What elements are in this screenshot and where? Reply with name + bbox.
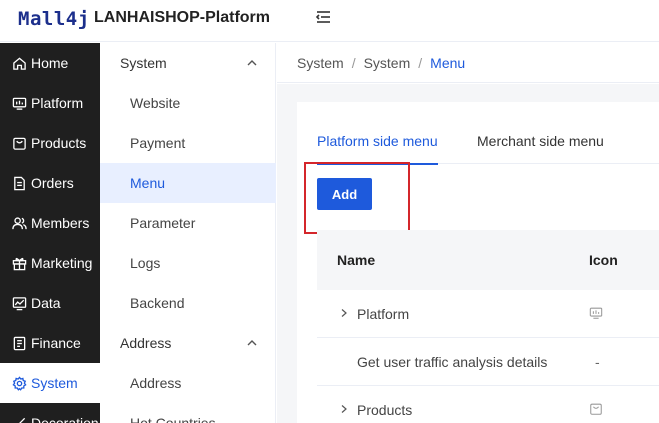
gift-icon — [12, 257, 27, 270]
users-icon — [12, 216, 27, 229]
sidebar-item-label: Data — [31, 295, 61, 311]
sidebar-item-products[interactable]: Products — [0, 123, 100, 163]
breadcrumb-current: Menu — [430, 54, 466, 71]
sidebar-item-label: Marketing — [31, 255, 93, 271]
breadcrumb-item[interactable]: System — [364, 55, 411, 71]
sidebar-item-label: Members — [31, 215, 90, 231]
row-name: Products — [357, 402, 413, 418]
main-content: Platform side menu Merchant side menu Ad… — [277, 84, 659, 423]
subnav-item-address[interactable]: Address — [100, 363, 276, 403]
breadcrumb-separator: / — [418, 54, 423, 71]
row-name: Get user traffic analysis details — [357, 354, 548, 370]
breadcrumb-separator: / — [351, 54, 356, 71]
app-title: LANHAISHOP-Platform — [94, 9, 271, 26]
subnav-item-parameter[interactable]: Parameter — [100, 203, 276, 243]
sidebar-item-label: Decoration — [31, 415, 99, 423]
sidebar-item-members[interactable]: Members — [0, 203, 100, 243]
subnav-item-hot-countries[interactable]: Hot Countries — [100, 403, 276, 423]
subnav-item-website[interactable]: Website — [100, 83, 276, 123]
document-icon — [14, 176, 25, 190]
add-button[interactable]: Add — [317, 178, 372, 210]
tab-merchant-side-menu[interactable]: Merchant side menu — [477, 130, 604, 164]
sidebar-item-label: System — [31, 375, 78, 391]
subnav-group-label: System — [120, 55, 167, 71]
subnav-item-payment[interactable]: Payment — [100, 123, 276, 163]
sidebar-item-home[interactable]: Home — [0, 43, 100, 83]
sidebar-item-data[interactable]: Data — [0, 283, 100, 323]
bag-icon — [13, 137, 26, 150]
primary-sidebar: Home Platform Products Orders Members Ma… — [0, 43, 100, 423]
menu-fold-icon[interactable] — [314, 8, 332, 26]
table-header: Name Icon — [317, 230, 659, 290]
home-icon — [13, 56, 26, 70]
brush-icon — [18, 417, 26, 423]
subnav-group-address[interactable]: Address — [100, 323, 276, 363]
sidebar-item-finance[interactable]: Finance — [0, 323, 100, 363]
chart-icon — [12, 296, 27, 310]
breadcrumb-item[interactable]: System — [297, 55, 344, 71]
subnav-item-menu[interactable]: Menu — [100, 163, 276, 203]
sidebar-item-platform[interactable]: Platform — [0, 83, 100, 123]
secondary-sidebar: System Website Payment Menu Parameter Lo… — [100, 43, 276, 423]
sidebar-item-decoration[interactable]: Decoration — [0, 403, 100, 423]
tab-platform-side-menu[interactable]: Platform side menu — [317, 130, 438, 165]
table-row[interactable]: Get user traffic analysis details - — [317, 338, 659, 386]
subnav-group-label: Address — [120, 335, 172, 351]
chevron-right-icon[interactable] — [339, 308, 349, 318]
sidebar-item-marketing[interactable]: Marketing — [0, 243, 100, 283]
row-name: Platform — [357, 306, 410, 322]
column-header-name: Name — [337, 252, 376, 268]
app-header: Mall4j LANHAISHOP-Platform — [0, 0, 659, 42]
subnav-group-system[interactable]: System — [100, 43, 276, 83]
subnav-item-logs[interactable]: Logs — [100, 243, 276, 283]
column-header-icon: Icon — [589, 252, 618, 268]
logo: Mall4j — [18, 8, 90, 30]
menu-tabs: Platform side menu Merchant side menu — [317, 130, 659, 165]
chevron-right-icon[interactable] — [339, 404, 349, 414]
monitor-icon — [12, 97, 27, 110]
ledger-icon — [13, 336, 26, 350]
chevron-up-icon — [247, 60, 257, 66]
sidebar-item-orders[interactable]: Orders — [0, 163, 100, 203]
monitor-icon — [589, 307, 603, 319]
sidebar-item-label: Orders — [31, 175, 74, 191]
row-icon-text: - — [595, 354, 600, 370]
sidebar-item-label: Finance — [31, 335, 81, 351]
content-card: Platform side menu Merchant side menu Ad… — [297, 102, 659, 423]
sidebar-item-label: Platform — [31, 95, 84, 111]
sidebar-item-label: Products — [31, 135, 87, 151]
sidebar-item-label: Home — [31, 55, 69, 71]
chevron-up-icon — [247, 340, 257, 346]
sidebar-item-system[interactable]: System — [0, 363, 100, 403]
bag-icon — [590, 403, 602, 415]
gear-icon — [12, 375, 27, 391]
table-row[interactable]: Products — [317, 386, 659, 423]
table-row[interactable]: Platform — [317, 290, 659, 338]
subnav-item-backend[interactable]: Backend — [100, 283, 276, 323]
breadcrumb: System / System / Menu — [277, 43, 659, 83]
